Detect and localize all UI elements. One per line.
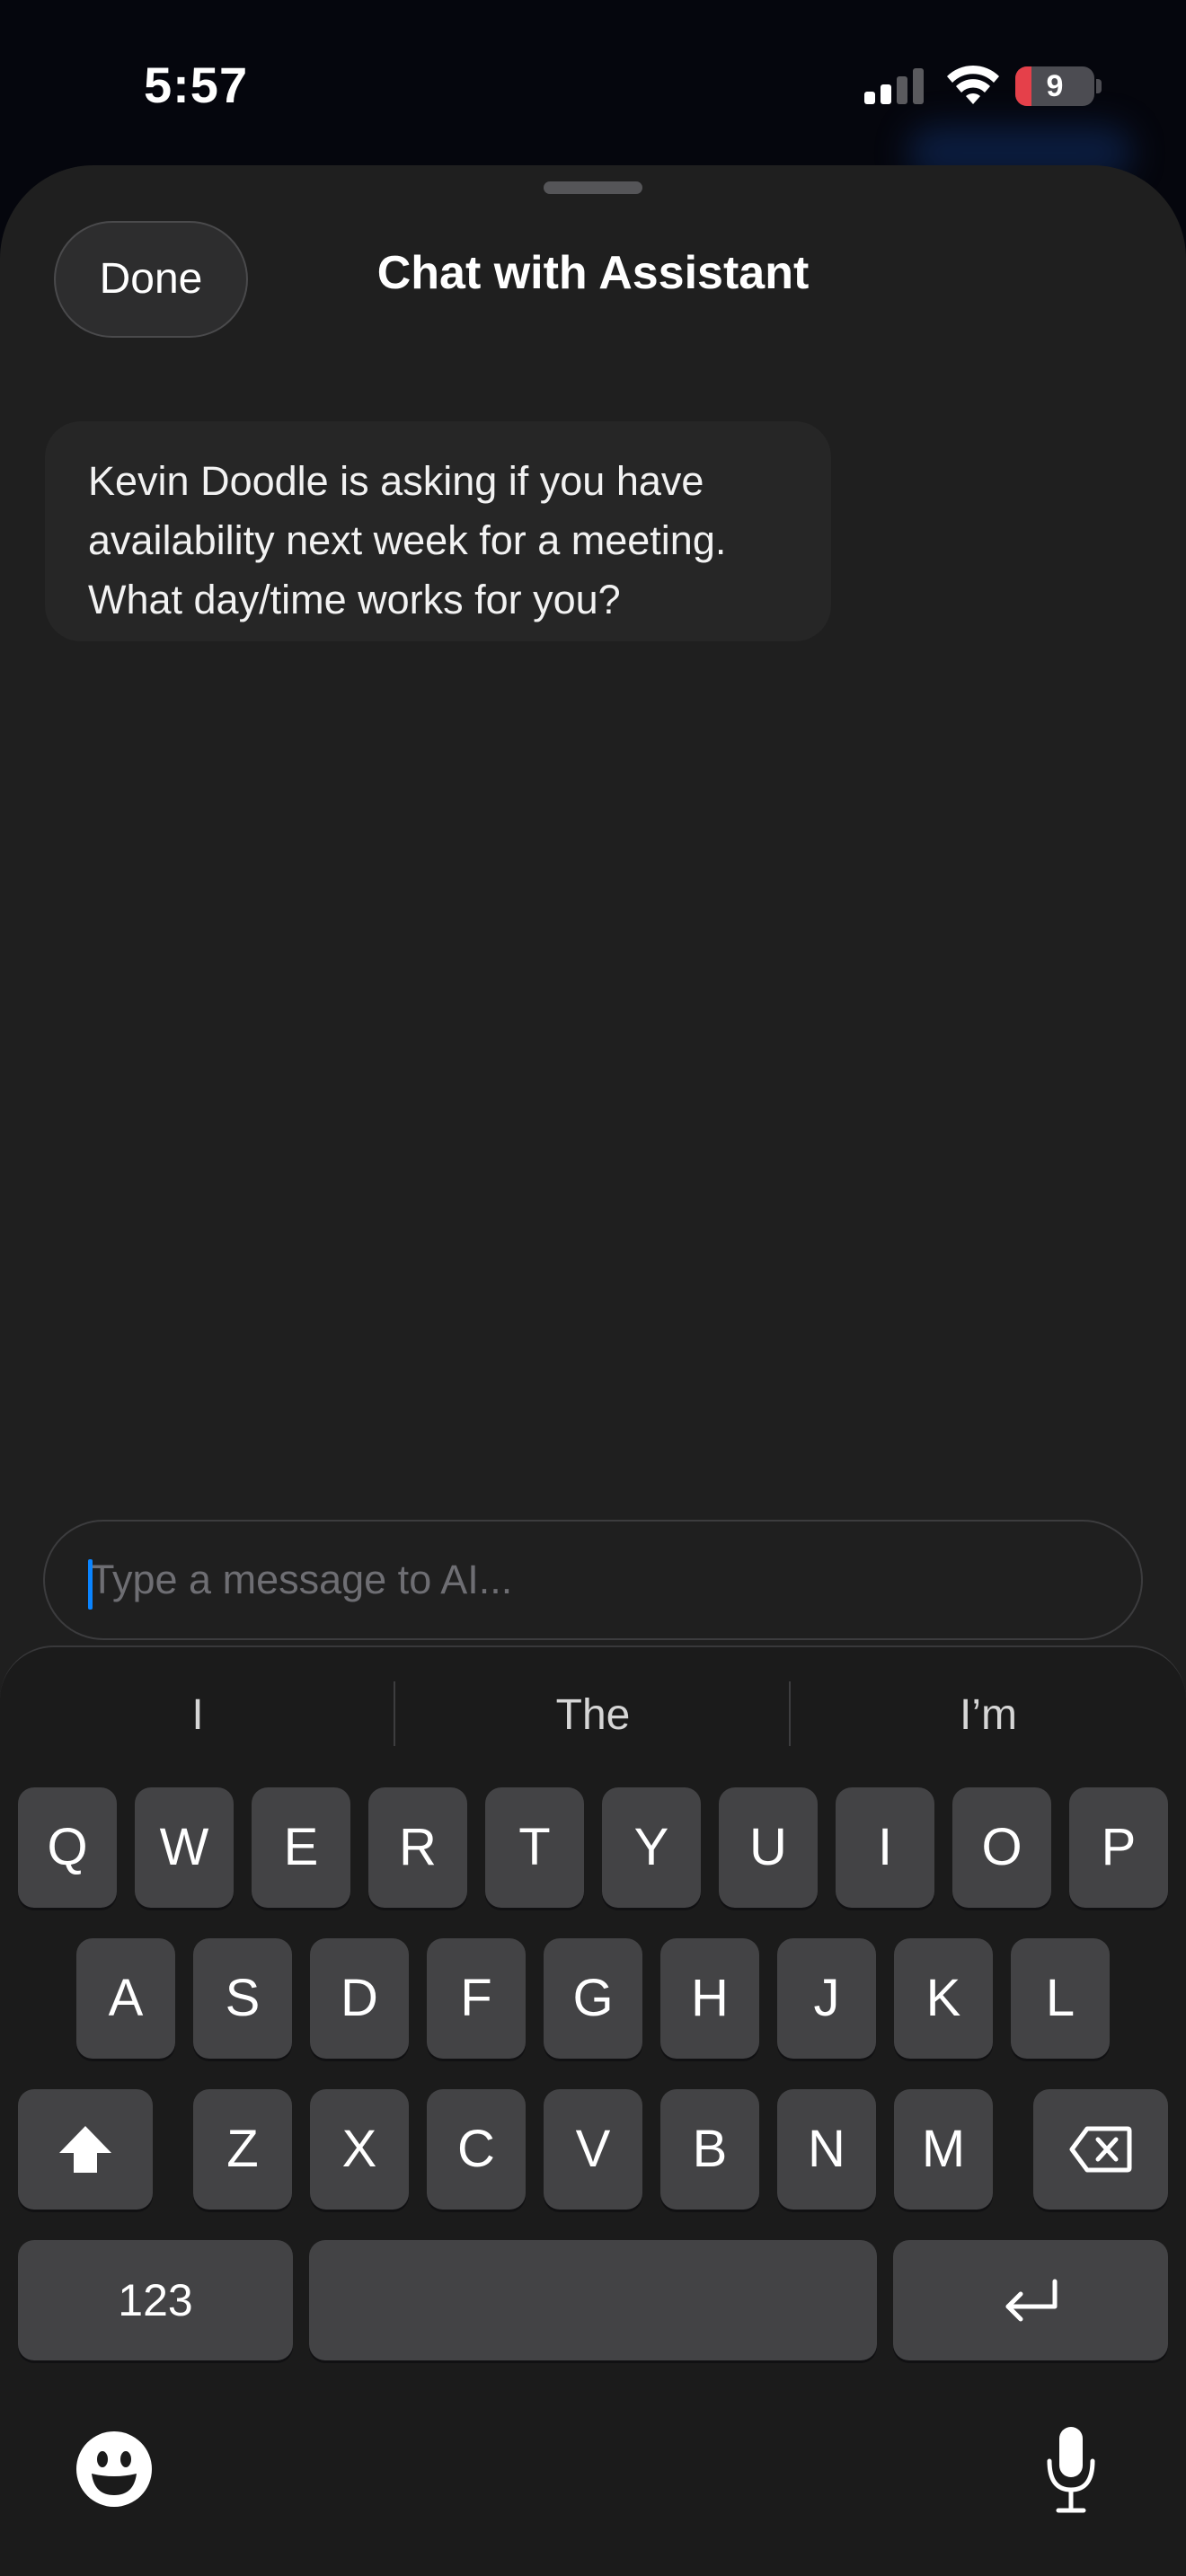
emoji-icon[interactable] (74, 2429, 155, 2510)
status-bar: 5:57 9 (0, 0, 1186, 166)
done-button[interactable]: Done (54, 221, 248, 338)
microphone-icon[interactable] (1044, 2425, 1098, 2515)
shift-key[interactable] (18, 2089, 153, 2210)
message-input-placeholder: Type a message to AI... (90, 1557, 513, 1602)
battery-level: 9 (1046, 69, 1064, 103)
key-c[interactable]: C (427, 2089, 526, 2210)
key-w[interactable]: W (135, 1787, 234, 1908)
screen: 5:57 9 Done Chat with Assistant Kevin Do… (0, 0, 1186, 2576)
key-j[interactable]: J (777, 1938, 876, 2059)
backspace-icon (1069, 2126, 1132, 2173)
space-key[interactable] (309, 2240, 877, 2360)
key-e[interactable]: E (252, 1787, 350, 1908)
key-z[interactable]: Z (193, 2089, 292, 2210)
wifi-icon (947, 65, 999, 104)
key-l[interactable]: L (1011, 1938, 1110, 2059)
battery-icon: 9 (1015, 66, 1102, 106)
key-a[interactable]: A (76, 1938, 175, 2059)
message-line: What day/time works for you? (88, 577, 621, 622)
keyboard: I The I’m Q W E R T Y U I O P A S D F G … (0, 1645, 1186, 2576)
key-p[interactable]: P (1069, 1787, 1168, 1908)
sheet-title: Chat with Assistant (376, 247, 810, 299)
suggestion-1[interactable]: I (0, 1680, 395, 1751)
key-n[interactable]: N (777, 2089, 876, 2210)
key-k[interactable]: K (894, 1938, 993, 2059)
status-time: 5:57 (144, 57, 249, 113)
assistant-message-bubble: Kevin Doodle is asking if you have avail… (45, 421, 831, 641)
backspace-key[interactable] (1033, 2089, 1168, 2210)
message-input[interactable]: Type a message to AI... (43, 1520, 1143, 1640)
key-r[interactable]: R (368, 1787, 467, 1908)
key-g[interactable]: G (544, 1938, 642, 2059)
shift-icon (59, 2126, 111, 2173)
sheet-grabber[interactable] (544, 181, 642, 194)
key-b[interactable]: B (660, 2089, 759, 2210)
return-icon (1005, 2279, 1058, 2322)
numbers-key[interactable]: 123 (18, 2240, 293, 2360)
key-v[interactable]: V (544, 2089, 642, 2210)
battery-cap (1096, 79, 1102, 93)
key-m[interactable]: M (894, 2089, 993, 2210)
key-y[interactable]: Y (602, 1787, 701, 1908)
text-cursor (88, 1559, 93, 1610)
suggestion-2[interactable]: The (395, 1680, 791, 1751)
key-u[interactable]: U (719, 1787, 818, 1908)
cellular-signal-icon (864, 68, 924, 104)
message-line: Kevin Doodle is asking if you have (88, 458, 704, 504)
key-f[interactable]: F (427, 1938, 526, 2059)
key-h[interactable]: H (660, 1938, 759, 2059)
key-i[interactable]: I (836, 1787, 934, 1908)
key-s[interactable]: S (193, 1938, 292, 2059)
key-x[interactable]: X (310, 2089, 409, 2210)
return-key[interactable] (893, 2240, 1168, 2360)
key-t[interactable]: T (485, 1787, 584, 1908)
key-d[interactable]: D (310, 1938, 409, 2059)
message-line: availability next week for a meeting. (88, 517, 727, 563)
key-q[interactable]: Q (18, 1787, 117, 1908)
battery-body: 9 (1015, 66, 1094, 106)
key-o[interactable]: O (952, 1787, 1051, 1908)
suggestion-3[interactable]: I’m (791, 1680, 1186, 1751)
